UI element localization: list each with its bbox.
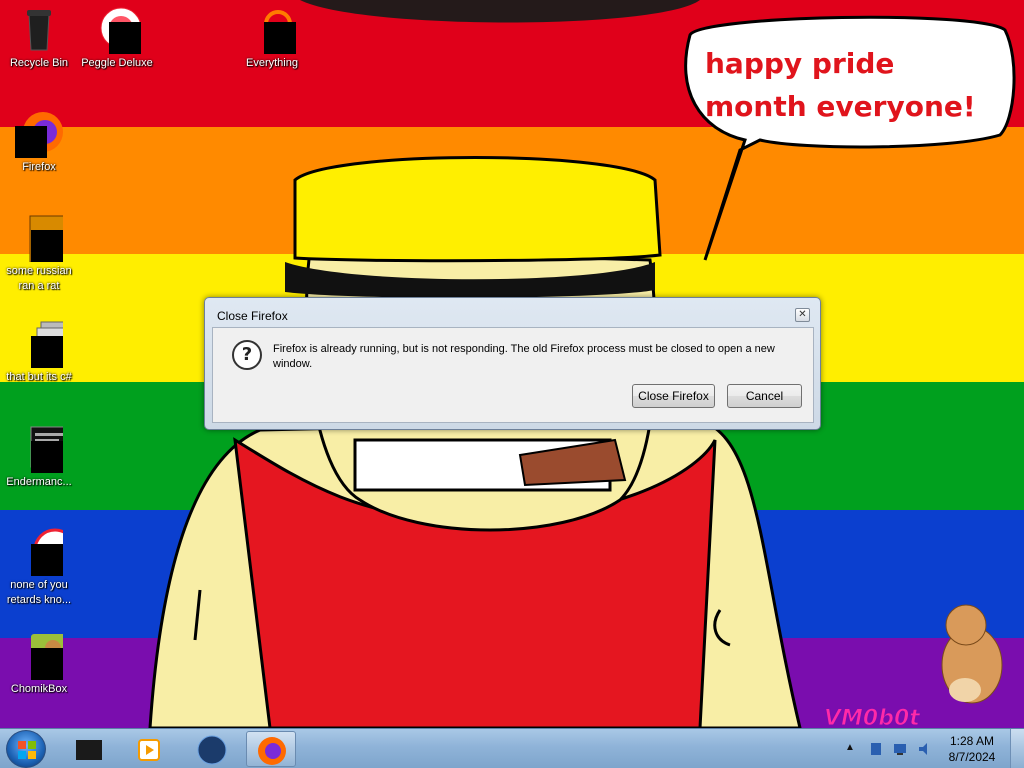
media-player-icon [76, 740, 102, 760]
app-icon: e [15, 214, 63, 262]
watermark-logo: VM0b0t [824, 706, 922, 729]
taskbar: ▲ 1:28 AM 8/7/2024 [0, 728, 1024, 768]
show-hidden-icons-button[interactable]: ▲ [845, 742, 855, 753]
desktop-icon-chomikbox[interactable]: ChomikBox [0, 632, 78, 697]
terminal-icon [15, 425, 63, 473]
desktop-icon-label: Everything [246, 57, 298, 69]
desktop-icon-label: Peggle Deluxe [81, 57, 153, 69]
desktop-icon-endermanc[interactable]: Endermanc... [0, 425, 78, 490]
chomikbox-icon [15, 632, 63, 680]
start-button[interactable] [6, 730, 46, 768]
desktop-icon-label: some russian ran a rat [6, 265, 72, 292]
redacted-icon [31, 441, 63, 473]
taskbar-browser[interactable] [187, 731, 237, 767]
app-stack-icon [15, 320, 63, 368]
taskbar-windows-media-player[interactable] [124, 731, 174, 767]
clock-date: 8/7/2024 [948, 750, 996, 764]
desktop-icon-peggle[interactable]: Peggle Deluxe [78, 6, 156, 71]
redacted-icon [31, 336, 63, 368]
desktop-icon-label: that but its c# [6, 371, 72, 383]
desktop-icon-firefox[interactable]: Firefox [0, 110, 78, 175]
desktop-icon-label: Firefox [22, 161, 56, 173]
redacted-icon [109, 22, 141, 54]
desktop-icon-label: none of you retards kno... [6, 579, 72, 606]
browser-icon [197, 735, 227, 765]
desktop-icon-label: Recycle Bin [9, 57, 69, 69]
speech-bubble-text: happy pride month everyone! [705, 47, 976, 123]
desktop-icon-that-but-c-sharp[interactable]: that but its c# [0, 320, 78, 385]
recycle-bin-icon [15, 6, 63, 54]
dialog-title: Close Firefox [217, 309, 288, 323]
desktop-icon-none-of-you[interactable]: none of you retards kno... [0, 528, 78, 608]
system-tray: ▲ 1:28 AM 8/7/2024 [840, 729, 1024, 768]
firefox-icon [15, 110, 63, 158]
redacted-icon [31, 230, 63, 262]
firefox-icon [258, 737, 286, 765]
redacted-icon [31, 544, 63, 576]
show-desktop-button[interactable] [1010, 729, 1024, 768]
cancel-button[interactable]: Cancel [727, 384, 802, 408]
desktop-icon-label: ChomikBox [10, 683, 68, 695]
clock[interactable]: 1:28 AM 8/7/2024 [942, 733, 1002, 765]
close-icon[interactable]: ✕ [795, 308, 810, 322]
taskbar-media-player[interactable] [63, 731, 113, 767]
redacted-icon [15, 126, 47, 158]
svg-text:VM0b0t: VM0b0t [824, 706, 921, 728]
close-firefox-dialog: Close Firefox ✕ ? Firefox is already run… [204, 297, 821, 430]
desktop-icon-recycle-bin[interactable]: Recycle Bin [0, 6, 78, 71]
app-icon [15, 528, 63, 576]
network-icon[interactable] [892, 741, 908, 757]
peggle-icon [93, 6, 141, 54]
windows-media-player-icon [138, 739, 160, 761]
desktop-icon-russian-rat[interactable]: e some russian ran a rat [0, 214, 78, 294]
dialog-content: ? Firefox is already running, but is not… [212, 327, 814, 423]
taskbar-firefox[interactable] [246, 731, 296, 767]
redacted-icon [264, 22, 296, 54]
desktop-icon-label: Endermanc... [6, 476, 72, 488]
redacted-icon [31, 648, 63, 680]
volume-icon[interactable] [916, 741, 932, 757]
dialog-message: Firefox is already running, but is not r… [273, 343, 775, 370]
windows-logo-icon [18, 741, 36, 759]
close-firefox-button[interactable]: Close Firefox [632, 384, 715, 408]
question-icon: ? [232, 340, 262, 370]
clock-time: 1:28 AM [949, 734, 995, 748]
desktop-icon-everything[interactable]: Everything [233, 6, 311, 71]
everything-search-icon [248, 6, 296, 54]
action-center-icon[interactable] [868, 741, 884, 757]
